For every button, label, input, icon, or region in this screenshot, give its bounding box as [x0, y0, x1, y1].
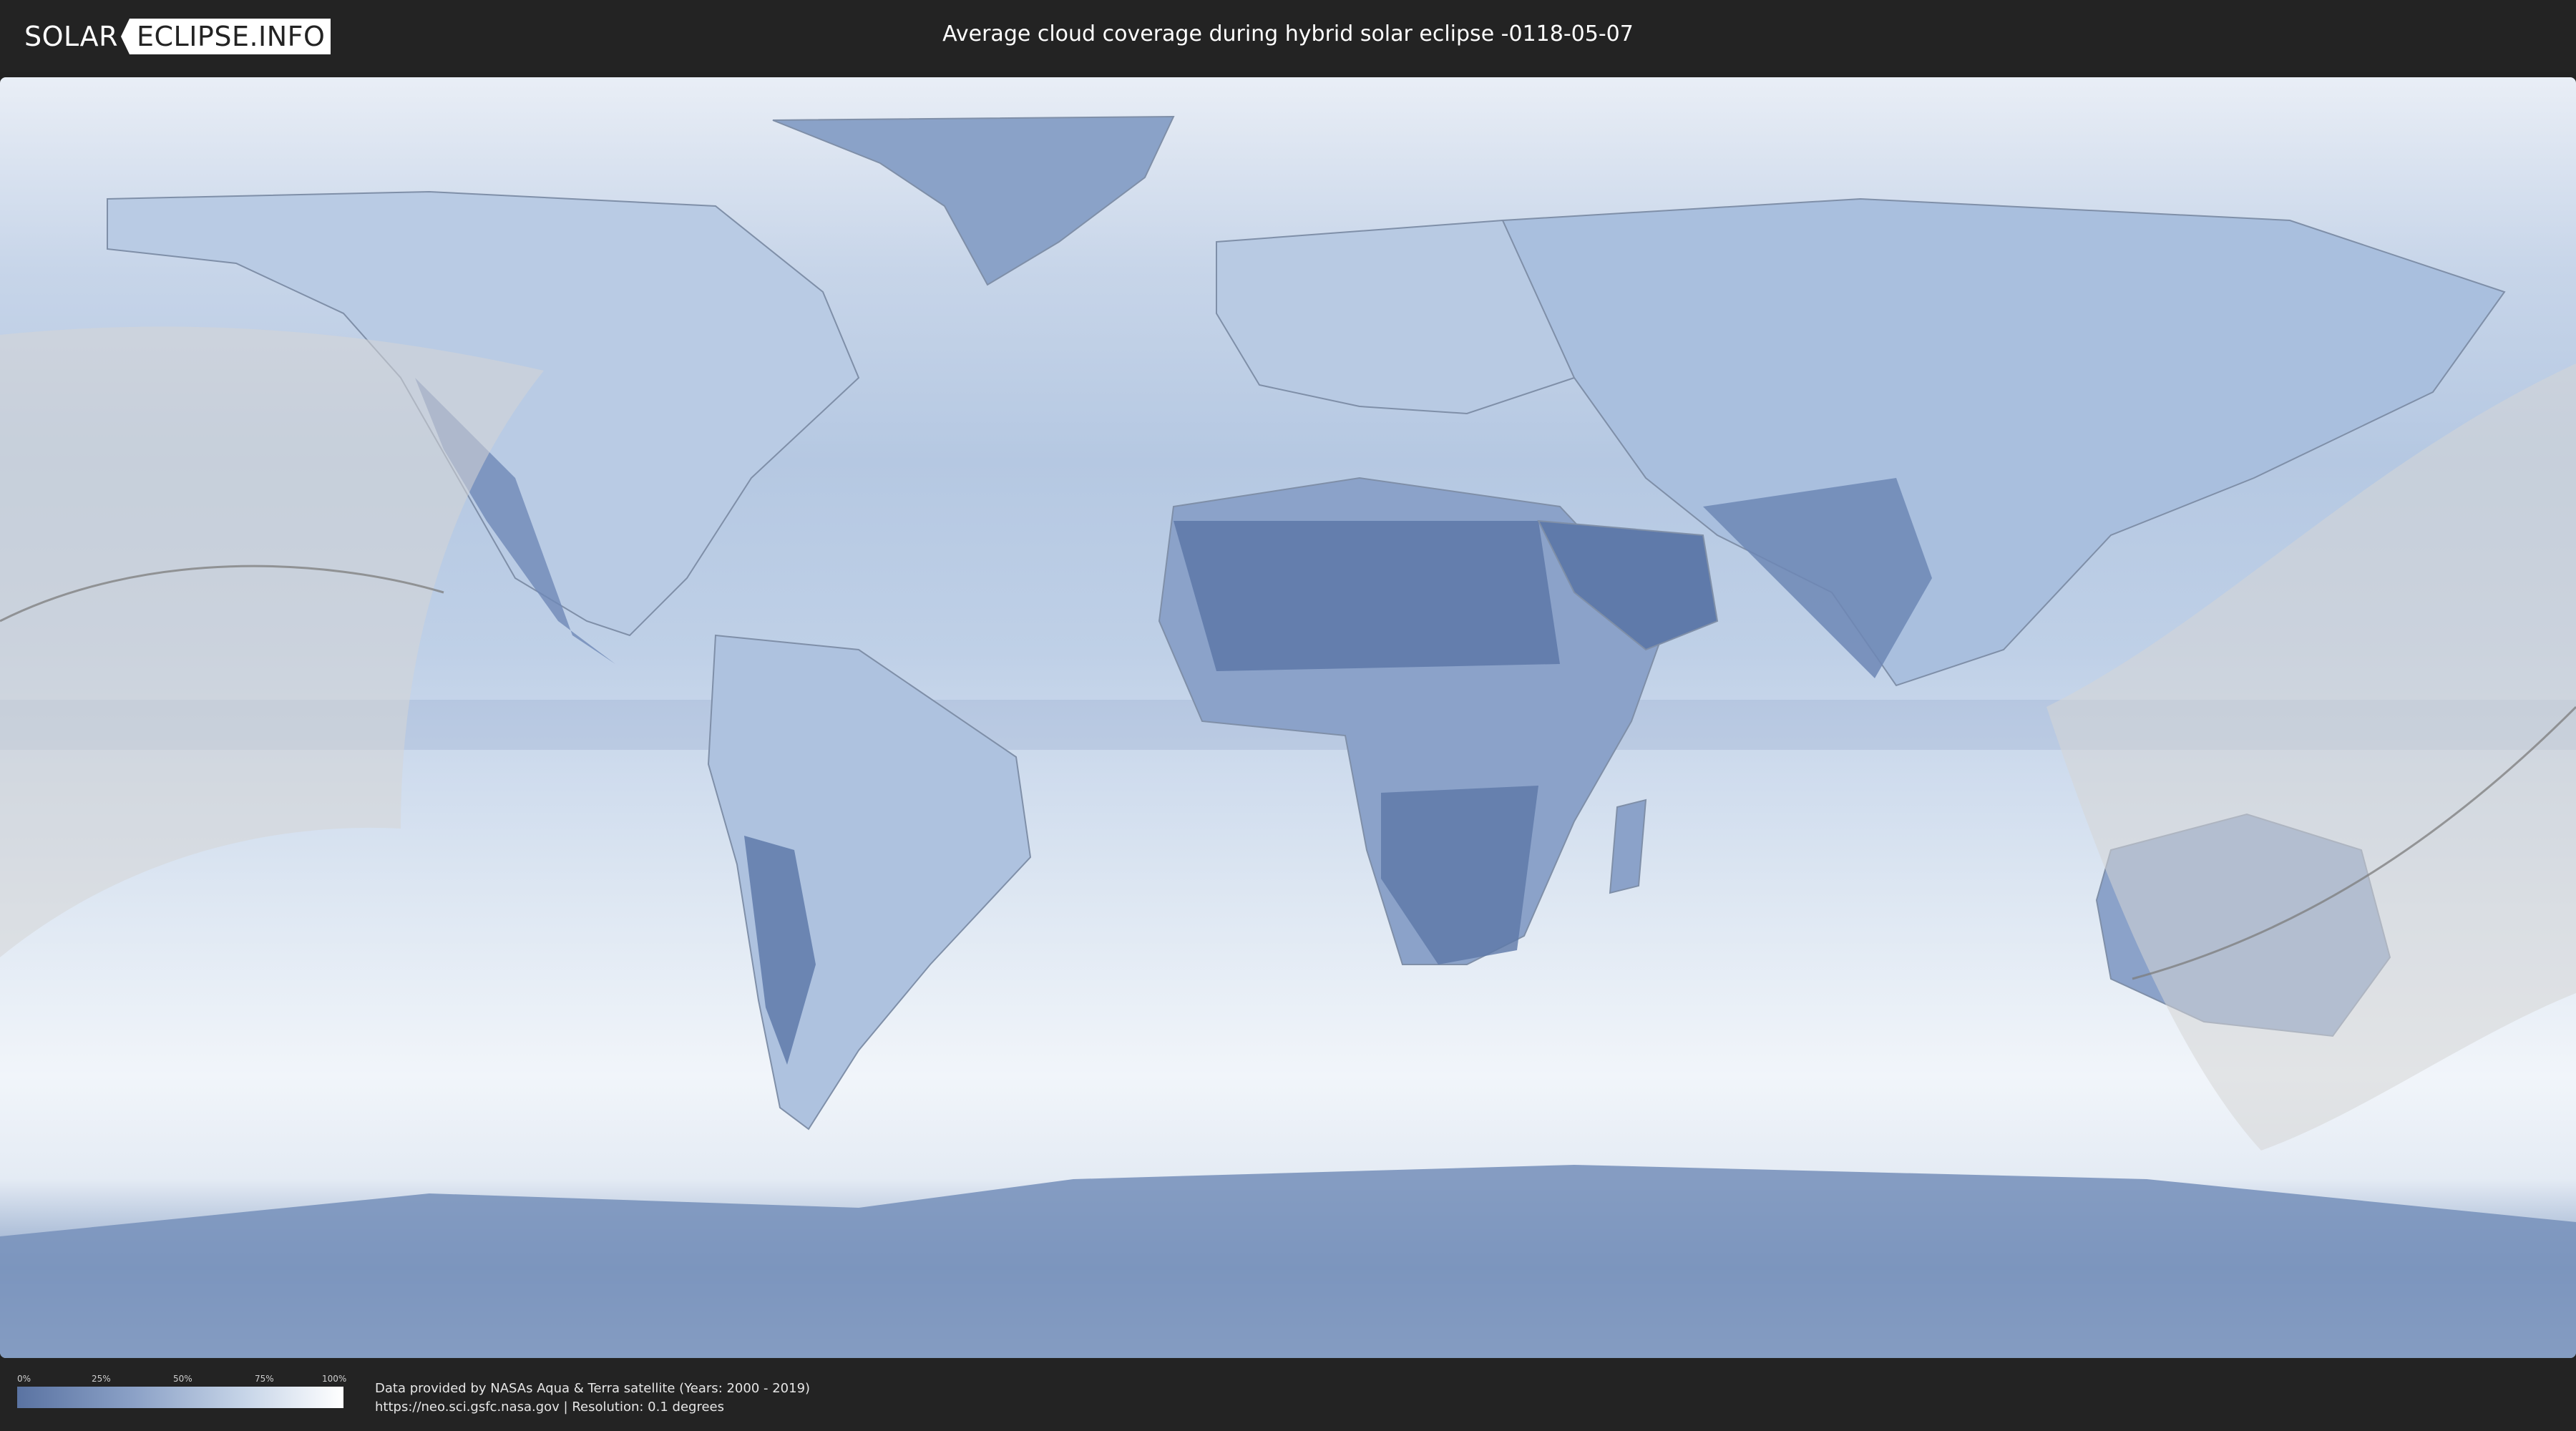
legend-tick-0: 0% [17, 1374, 31, 1384]
legend-tick-25: 25% [92, 1374, 111, 1384]
map-title: Average cloud coverage during hybrid sol… [942, 21, 1634, 47]
cloud-coverage-map [0, 77, 2576, 1358]
data-credits: Data provided by NASAs Aqua & Terra sate… [375, 1379, 810, 1417]
legend-ticks: 0% 25% 50% 75% 100% [17, 1374, 347, 1387]
credits-line-1: Data provided by NASAs Aqua & Terra sate… [375, 1381, 811, 1396]
credits-line-2[interactable]: https://neo.sci.gsfc.nasa.gov | Resoluti… [375, 1398, 810, 1417]
sahara-clear-sky [1174, 521, 1560, 671]
footer-bar: 0% 25% 50% 75% 100% Data provided by NAS… [0, 1358, 2576, 1431]
cloud-coverage-legend: 0% 25% 50% 75% 100% [17, 1374, 347, 1408]
legend-tick-50: 50% [173, 1374, 192, 1384]
legend-gradient-bar [17, 1387, 343, 1408]
header-bar: SOLAR ECLIPSE.INFO Average cloud coverag… [0, 0, 2576, 72]
world-map-svg [0, 77, 2576, 1358]
legend-tick-75: 75% [255, 1374, 274, 1384]
legend-tick-100: 100% [322, 1374, 347, 1384]
